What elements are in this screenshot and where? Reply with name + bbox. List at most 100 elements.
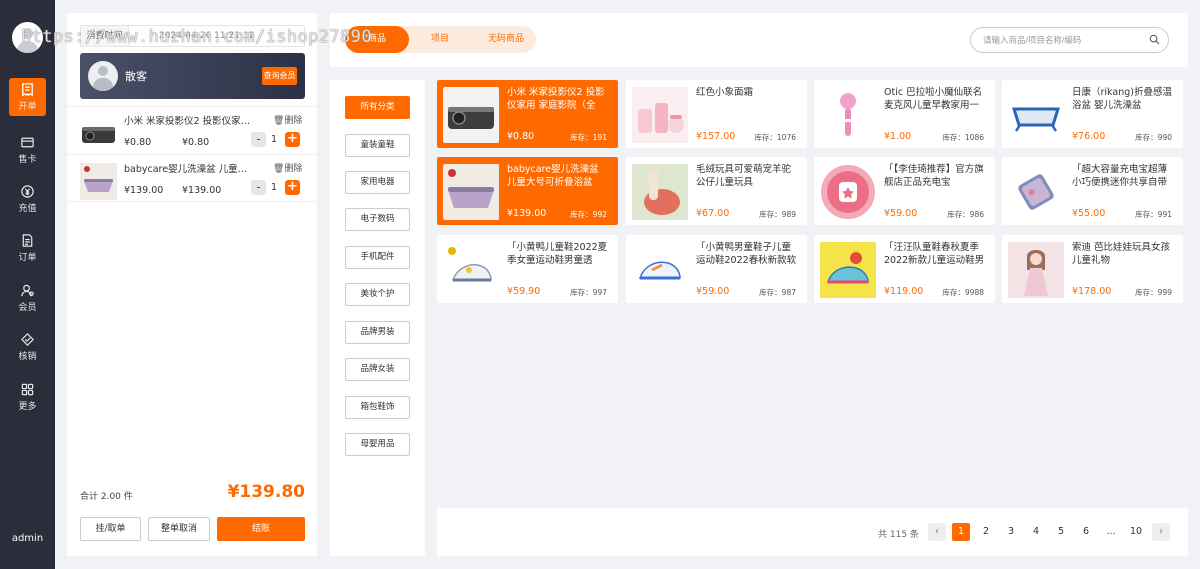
product-card[interactable]: babycare婴儿洗澡盆 儿童大号可折叠浴盆 ¥139.00 库存：992 xyxy=(437,157,618,225)
category-item[interactable]: 母婴用品 xyxy=(345,433,410,456)
product-name: babycare婴儿洗澡盆 儿童大号可折叠浴盆 xyxy=(507,164,599,188)
product-image xyxy=(1008,87,1064,143)
search-input[interactable] xyxy=(983,32,1143,48)
sidebar-item-label: 售卡 xyxy=(18,155,37,165)
tab-group: 商品 项目 无码商品 xyxy=(345,26,536,53)
product-card[interactable]: 毛绒玩具可爱萌宠羊驼公仔儿童玩具 ¥67.00 库存：989 xyxy=(626,157,807,225)
cart-item-subtotal: ¥0.80 xyxy=(182,137,210,148)
search-icon[interactable] xyxy=(1149,34,1160,45)
sidebar-item-members[interactable]: 会员 xyxy=(0,282,55,322)
prev-page-button[interactable]: ‹ xyxy=(928,523,946,541)
page-button[interactable]: 2 xyxy=(977,523,995,541)
quantity-minus-button[interactable]: - xyxy=(251,180,266,195)
sidebar-item-more[interactable]: 更多 xyxy=(0,381,55,421)
sidebar-item-verify[interactable]: 核销 xyxy=(0,331,55,371)
product-card[interactable]: 小米 米家投影仪2 投影仪家用 家庭影院（全向… ¥0.80 库存：191 xyxy=(437,80,618,148)
delete-button[interactable]: 🗑删除 xyxy=(273,113,302,126)
product-card[interactable]: 「【李佳琦推荐】官方旗舰店正品充电宝20000… ¥59.00 库存：986 xyxy=(814,157,995,225)
product-card[interactable]: Otic 巴拉啦小魔仙联名麦克风儿童早教家用一体… ¥1.00 库存：1086 xyxy=(814,80,995,148)
query-member-button[interactable]: 查询会员 xyxy=(262,67,297,85)
product-name: 红色小象面霜 xyxy=(696,87,754,98)
member-name: 散客 xyxy=(125,70,147,83)
category-item[interactable]: 品牌女装 xyxy=(345,358,410,381)
pagination: 共 115 条 ‹ 1 2 3 4 5 6 ... 10 › xyxy=(437,508,1188,556)
product-name: 毛绒玩具可爱萌宠羊驼公仔儿童玩具 xyxy=(696,164,792,188)
sidebar-item-recharge[interactable]: 充值 xyxy=(0,183,55,223)
product-card[interactable]: 红色小象面霜 ¥157.00 库存：1076 xyxy=(626,80,807,148)
trash-icon: 🗑 xyxy=(273,116,285,126)
sidebar-item-open-order[interactable]: 开单 xyxy=(9,78,46,116)
cart-item-image xyxy=(80,163,117,200)
product-name: Otic 巴拉啦小魔仙联名麦克风儿童早教家用一体… xyxy=(884,87,983,111)
member-icon xyxy=(21,284,34,297)
tab-projects[interactable]: 项目 xyxy=(424,26,456,53)
product-image xyxy=(820,242,876,298)
tab-no-barcode[interactable]: 无码商品 xyxy=(481,26,531,53)
sidebar-item-orders[interactable]: 订单 xyxy=(0,232,55,272)
next-page-button[interactable]: › xyxy=(1152,523,1170,541)
product-price: ¥1.00 xyxy=(884,131,912,142)
product-card[interactable]: 索迪 芭比娃娃玩具女孩儿童礼物 ¥178.00 库存：999 xyxy=(1002,235,1183,303)
category-item[interactable]: 箱包鞋饰 xyxy=(345,396,410,419)
delete-label: 删除 xyxy=(284,164,303,174)
product-name: 「小黄鸭儿童鞋2022夏季女童运动鞋男童透气… xyxy=(507,242,608,266)
quantity-value[interactable]: 1 xyxy=(271,134,277,145)
total-amount: ¥139.80 xyxy=(227,482,305,502)
cart-item-image xyxy=(80,115,117,152)
page-button[interactable]: 6 xyxy=(1077,523,1095,541)
quantity-minus-button[interactable]: - xyxy=(251,132,266,147)
quantity-value[interactable]: 1 xyxy=(271,182,277,193)
category-item[interactable]: 美妆个护 xyxy=(345,283,410,306)
category-item[interactable]: 童装童鞋 xyxy=(345,134,410,157)
category-panel: 所有分类 童装童鞋 家用电器 电子数码 手机配件 美妆个护 品牌男装 品牌女装 … xyxy=(330,80,425,556)
trash-icon: 🗑 xyxy=(273,164,285,174)
category-item[interactable]: 家用电器 xyxy=(345,171,410,194)
page-button[interactable]: 4 xyxy=(1027,523,1045,541)
card-icon xyxy=(21,137,34,148)
product-price: ¥59.90 xyxy=(507,286,541,297)
product-image xyxy=(632,242,688,298)
category-all[interactable]: 所有分类 xyxy=(345,96,410,119)
page-button[interactable]: 10 xyxy=(1127,523,1145,541)
product-stock: 库存：987 xyxy=(759,288,796,297)
product-card[interactable]: 「小黄鸭男童鞋子儿童运动鞋2022春秋新款软底… ¥59.00 库存：987 xyxy=(626,235,807,303)
sidebar-item-label: 订单 xyxy=(18,253,37,263)
user-name[interactable]: admin xyxy=(0,533,55,544)
product-price: ¥157.00 xyxy=(696,131,736,142)
page-button[interactable]: 1 xyxy=(952,523,970,541)
quantity-plus-button[interactable]: + xyxy=(285,180,300,195)
grid-icon xyxy=(21,383,34,396)
product-stock: 库存：989 xyxy=(759,210,796,219)
watermark-text: https://www.huzhan.com/ishop27890 xyxy=(21,27,372,47)
category-item[interactable]: 电子数码 xyxy=(345,208,410,231)
checkout-button[interactable]: 结账 xyxy=(217,517,305,541)
product-stock: 库存：990 xyxy=(1135,133,1172,142)
cart-item-name: 小米 米家投影仪2 投影仪家用 家庭影院（全向… xyxy=(124,116,254,127)
product-card[interactable]: 「汪汪队童鞋春秋夏季2022新款儿童运动鞋男小… ¥119.00 库存：9988 xyxy=(814,235,995,303)
product-image xyxy=(1008,164,1064,220)
product-image xyxy=(443,164,499,220)
category-item[interactable]: 手机配件 xyxy=(345,246,410,269)
product-card[interactable]: 「小黄鸭儿童鞋2022夏季女童运动鞋男童透气… ¥59.90 库存：997 xyxy=(437,235,618,303)
product-image xyxy=(632,87,688,143)
cancel-order-button[interactable]: 整单取消 xyxy=(148,517,210,541)
category-item[interactable]: 品牌男装 xyxy=(345,321,410,344)
page-ellipsis: ... xyxy=(1106,526,1116,537)
verify-icon xyxy=(21,333,34,346)
page-button[interactable]: 3 xyxy=(1002,523,1020,541)
product-card[interactable]: 「超大容量充电宝超薄小巧便携迷你共享自带线… ¥55.00 库存：991 xyxy=(1002,157,1183,225)
delete-button[interactable]: 🗑删除 xyxy=(273,161,302,174)
top-bar: 商品 项目 无码商品 xyxy=(330,13,1188,67)
sidebar-item-sell-card[interactable]: 售卡 xyxy=(0,134,55,174)
sidebar-item-label: 充值 xyxy=(18,204,37,214)
page-button[interactable]: 5 xyxy=(1052,523,1070,541)
product-stock: 库存：991 xyxy=(1135,210,1172,219)
quantity-plus-button[interactable]: + xyxy=(285,132,300,147)
member-card: 散客 查询会员 xyxy=(80,53,305,99)
product-price: ¥119.00 xyxy=(884,286,924,297)
receipt-icon xyxy=(22,83,33,97)
hold-order-button[interactable]: 挂/取单 xyxy=(80,517,141,541)
order-icon xyxy=(22,234,33,247)
sidebar-item-label: 核销 xyxy=(18,352,37,362)
product-card[interactable]: 日康（rikang)折叠感温浴盆 婴儿洗澡盆 ¥76.00 库存：990 xyxy=(1002,80,1183,148)
